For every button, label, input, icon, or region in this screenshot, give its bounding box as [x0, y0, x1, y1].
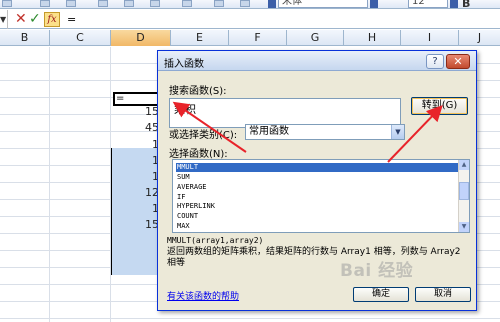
cancel-entry-icon[interactable]: ✕ — [15, 11, 27, 27]
insert-function-button[interactable]: fx — [44, 12, 60, 27]
bold-button[interactable]: B — [462, 0, 470, 8]
toolbar-icon-1[interactable] — [2, 0, 12, 7]
function-syntax: MMULT(array1,array2) — [167, 236, 264, 245]
function-item[interactable]: COUNT — [176, 212, 460, 221]
function-description: 返回两数组的矩阵乘积，结果矩阵的行数与 Array1 相等，列数与 Array2… — [167, 247, 461, 268]
font-dropdown-icon[interactable] — [370, 0, 378, 8]
scroll-up-icon[interactable]: ▲ — [459, 160, 469, 170]
close-icon[interactable]: ✕ — [446, 54, 470, 69]
insert-function-dialog: 插入函数 ? ✕ 搜索函数(S): 乘积 转到(G) 或选择类别(C): 常用函… — [157, 50, 477, 311]
cell-d-value[interactable]: 1 — [114, 202, 159, 216]
name-box-dropdown-icon[interactable]: ▼ — [0, 15, 6, 24]
column-header-e[interactable]: E — [171, 30, 229, 46]
baidu-watermark: Bai 经验 — [340, 261, 414, 281]
toolbar: 宋体 12 B — [0, 0, 500, 9]
category-label: 或选择类别(C): — [169, 130, 238, 141]
column-header-h[interactable]: H — [344, 30, 401, 46]
function-item[interactable]: HYPERLINK — [176, 202, 460, 211]
column-header-c[interactable]: C — [50, 30, 111, 46]
column-header-g[interactable]: G — [287, 30, 344, 46]
dialog-title-bar[interactable]: 插入函数 ? ✕ — [158, 51, 476, 71]
confirm-entry-icon[interactable]: ✓ — [29, 11, 41, 27]
toolbar-icon-4[interactable] — [98, 0, 108, 7]
function-item[interactable]: MAX — [176, 222, 460, 231]
font-name-select[interactable]: 宋体 — [278, 0, 368, 8]
function-listbox[interactable]: MMULT SUM AVERAGE IF HYPERLINK COUNT MAX… — [172, 159, 470, 233]
function-item[interactable]: AVERAGE — [176, 183, 460, 192]
toolbar-icon-6[interactable] — [150, 0, 160, 7]
dialog-title: 插入函数 — [164, 59, 204, 70]
function-item-selected[interactable]: MMULT — [176, 163, 460, 172]
goto-button[interactable]: 转到(G) — [411, 97, 468, 115]
formula-input[interactable]: = — [67, 13, 76, 26]
cell-d-value[interactable]: 12 — [114, 186, 159, 200]
cell-d-value[interactable]: 1 — [114, 138, 159, 152]
font-size-select[interactable]: 12 — [408, 0, 448, 8]
formula-bar: ▼ ✕ ✓ fx = — [0, 10, 500, 29]
toolbar-dropdown-icon[interactable] — [268, 0, 276, 8]
toolbar-icon-5[interactable] — [124, 0, 134, 7]
size-dropdown-icon[interactable] — [450, 0, 458, 8]
cell-d-value[interactable]: 15 — [114, 218, 159, 232]
toolbar-icon-3[interactable] — [66, 0, 76, 7]
ok-button[interactable]: 确定 — [353, 287, 409, 302]
search-label: 搜索函数(S): — [169, 86, 227, 97]
function-list-scrollbar[interactable]: ▲ ▼ — [458, 160, 469, 232]
function-item[interactable]: IF — [176, 193, 460, 202]
toolbar-icon-7[interactable] — [182, 0, 192, 7]
cell-d-value[interactable]: 45 — [114, 121, 159, 135]
help-icon[interactable]: ? — [426, 54, 444, 69]
cell-d-value[interactable]: 1 — [114, 154, 159, 168]
column-header-b[interactable]: B — [0, 30, 50, 46]
column-header-row: B C D E F G H I J — [0, 30, 500, 46]
scroll-thumb[interactable] — [459, 182, 469, 200]
function-help-link[interactable]: 有关该函数的帮助 — [167, 289, 239, 302]
function-list-label: 选择函数(N): — [169, 149, 228, 160]
category-value: 常用函数 — [249, 126, 289, 137]
scroll-down-icon[interactable]: ▼ — [459, 222, 469, 232]
toolbar-icon-9[interactable] — [240, 0, 250, 7]
category-select[interactable]: 常用函数 ▼ — [245, 124, 405, 140]
cancel-button[interactable]: 取消 — [415, 287, 471, 302]
cell-d-value[interactable]: 15 — [114, 105, 159, 119]
column-header-i[interactable]: I — [401, 30, 459, 46]
column-header-j[interactable]: J — [459, 30, 500, 46]
toolbar-icon-2[interactable] — [40, 0, 50, 7]
column-header-d[interactable]: D — [111, 30, 171, 46]
cell-d-value[interactable]: 1 — [114, 170, 159, 184]
column-header-f[interactable]: F — [229, 30, 287, 46]
chevron-down-icon[interactable]: ▼ — [391, 125, 404, 139]
function-item[interactable]: SUM — [176, 173, 460, 182]
toolbar-icon-8[interactable] — [214, 0, 224, 7]
